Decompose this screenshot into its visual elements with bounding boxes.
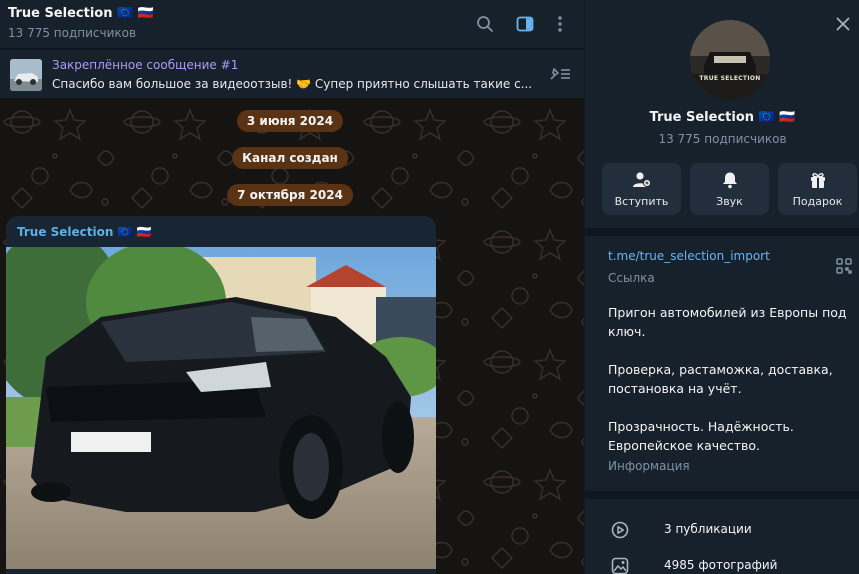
avatar-logo-text: TRUE SELECTION [699, 75, 761, 82]
chat-subscriber-count: 13 775 подписчиков [8, 26, 137, 40]
channel-subscriber-count: 13 775 подписчиков [658, 132, 787, 146]
pinned-thumbnail [10, 59, 42, 91]
date-divider: 3 июня 2024 [236, 110, 344, 132]
join-button[interactable]: Вступить [602, 163, 681, 215]
search-icon[interactable] [473, 12, 497, 36]
photos-row[interactable]: 4985 фотографий [585, 548, 859, 574]
photos-count: 4985 фотографий [664, 558, 778, 572]
more-options-icon[interactable] [548, 12, 572, 36]
message-photo[interactable] [6, 247, 436, 569]
publications-count: 3 публикации [664, 522, 752, 536]
chat-title[interactable]: True Selection 🇪🇺 🇷🇺 [8, 6, 154, 21]
person-add-icon [602, 171, 681, 189]
sidebar-toggle-icon[interactable] [513, 12, 537, 36]
photo-icon [611, 557, 629, 574]
chat-header[interactable]: True Selection 🇪🇺 🇷🇺 13 775 подписчиков [0, 0, 584, 48]
about-line: Пригон автомобилей из Европы под ключ. [608, 305, 847, 339]
about-caption: Информация [608, 459, 690, 473]
date-divider: 7 октября 2024 [227, 184, 353, 206]
gift-label: Подарок [792, 195, 843, 208]
about-line: Проверка, растаможка, доставка, постанов… [608, 362, 833, 396]
pinned-text: Спасибо вам большое за видеоотзыв! 🤝 Суп… [52, 77, 533, 91]
qr-code-icon[interactable] [836, 258, 852, 278]
chat-area: True Selection 🇪🇺 🇷🇺 13 775 подписчиков … [0, 0, 584, 574]
section-divider [585, 491, 859, 499]
close-icon[interactable] [831, 12, 855, 36]
service-message-channel-created: Канал создан [232, 147, 348, 169]
channel-name: True Selection 🇪🇺 🇷🇺 [649, 110, 796, 125]
pinned-title: Закреплённое сообщение #1 [52, 58, 239, 72]
about-line: Прозрачность. Надёжность. Европейское ка… [608, 419, 794, 453]
channel-link[interactable]: t.me/true_selection_import [608, 249, 770, 263]
gift-button[interactable]: Подарок [778, 163, 857, 215]
message-bubble[interactable]: True Selection 🇪🇺 🇷🇺 [6, 216, 436, 574]
section-divider [585, 228, 859, 236]
gift-icon [778, 171, 857, 189]
join-label: Вступить [614, 195, 669, 208]
pinned-message-bar[interactable]: Закреплённое сообщение #1 Спасибо вам бо… [0, 49, 584, 98]
message-author[interactable]: True Selection 🇪🇺 🇷🇺 [17, 225, 152, 239]
pinned-list-icon[interactable] [548, 66, 572, 86]
channel-info-panel: TRUE SELECTION True Selection 🇪🇺 🇷🇺 13 7… [584, 0, 859, 574]
link-caption: Ссылка [608, 271, 655, 285]
sound-label: Звук [716, 195, 743, 208]
channel-avatar[interactable]: TRUE SELECTION [690, 20, 770, 100]
publications-row[interactable]: 3 публикации [585, 512, 859, 548]
bell-icon [690, 171, 769, 189]
video-icon [611, 521, 629, 543]
sound-button[interactable]: Звук [690, 163, 769, 215]
